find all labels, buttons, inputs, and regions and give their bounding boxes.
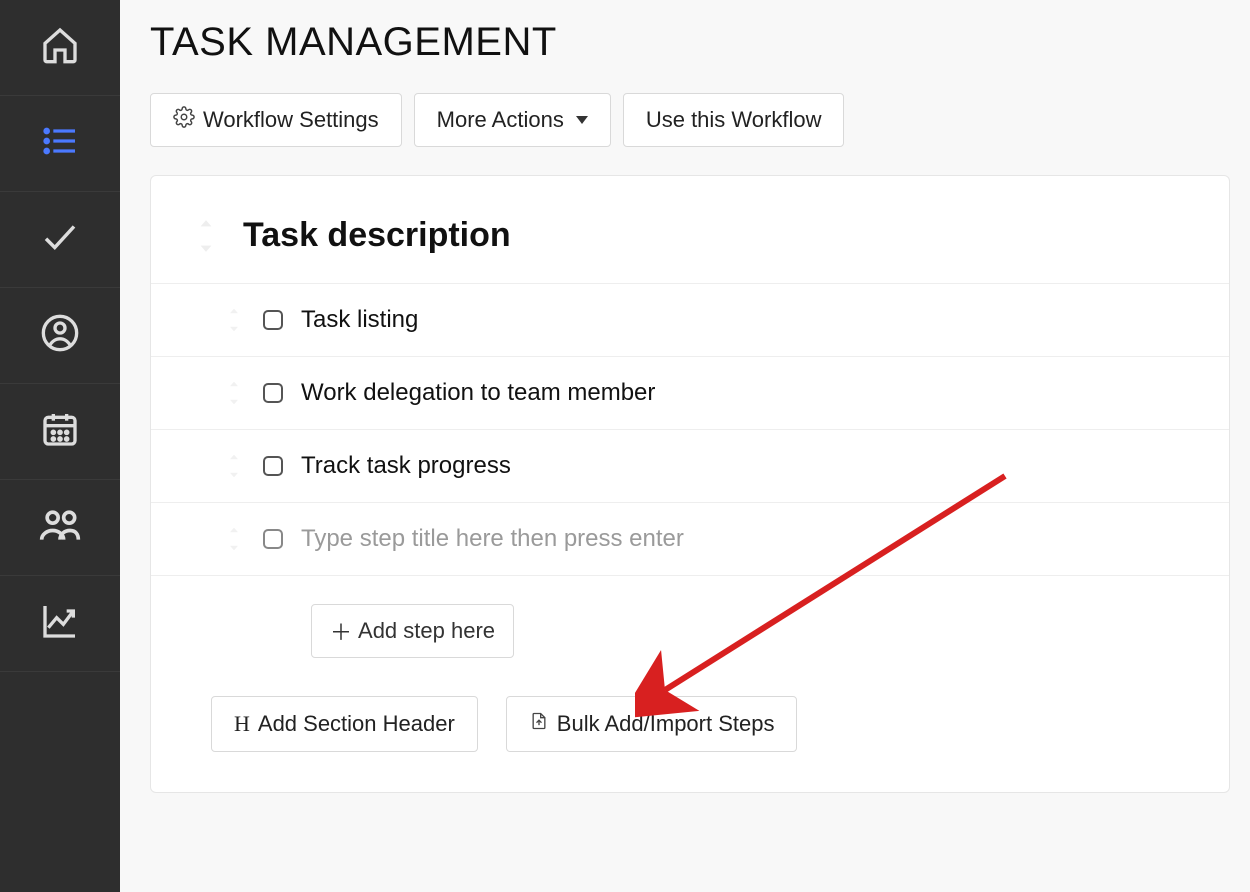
add-step-row: ＋ Add step here xyxy=(151,575,1229,686)
arrow-down-icon xyxy=(227,394,241,406)
arrow-up-icon xyxy=(227,526,241,538)
chart-line-icon xyxy=(40,601,80,646)
step-checkbox[interactable] xyxy=(263,383,283,403)
step-label: Track task progress xyxy=(301,452,511,480)
arrow-up-icon xyxy=(227,380,241,392)
add-section-header-label: Add Section Header xyxy=(258,711,455,737)
sidebar-item-analytics[interactable] xyxy=(0,576,120,672)
sidebar xyxy=(0,0,120,892)
sidebar-item-team[interactable] xyxy=(0,480,120,576)
arrow-down-icon xyxy=(197,238,215,254)
arrow-down-icon xyxy=(227,540,241,552)
step-checkbox[interactable] xyxy=(263,310,283,330)
sidebar-item-home[interactable] xyxy=(0,0,120,96)
calendar-icon xyxy=(40,409,80,454)
workflow-toolbar: Workflow Settings More Actions Use this … xyxy=(150,93,1250,147)
sidebar-item-approve[interactable] xyxy=(0,192,120,288)
add-step-label: Add step here xyxy=(358,618,495,644)
arrow-up-icon xyxy=(197,218,215,234)
step-label: Work delegation to team member xyxy=(301,379,655,407)
add-section-header-button[interactable]: H Add Section Header xyxy=(211,696,478,752)
use-workflow-button[interactable]: Use this Workflow xyxy=(623,93,845,147)
arrow-up-icon xyxy=(227,307,241,319)
step-reorder-handles[interactable] xyxy=(227,380,241,406)
use-workflow-label: Use this Workflow xyxy=(646,107,822,133)
step-label: Task listing xyxy=(301,306,418,334)
section-reorder-handles[interactable] xyxy=(197,218,215,254)
page-title: TASK MANAGEMENT xyxy=(150,20,1250,65)
check-icon xyxy=(39,216,81,263)
section-title[interactable]: Task description xyxy=(243,216,511,255)
arrow-down-icon xyxy=(227,467,241,479)
bulk-add-label: Bulk Add/Import Steps xyxy=(557,711,775,737)
list-icon xyxy=(40,121,80,166)
arrow-up-icon xyxy=(227,453,241,465)
bulk-add-button[interactable]: Bulk Add/Import Steps xyxy=(506,696,798,752)
step-checkbox[interactable] xyxy=(263,529,283,549)
step-reorder-handles[interactable] xyxy=(227,526,241,552)
more-actions-button[interactable]: More Actions xyxy=(414,93,611,147)
gear-icon xyxy=(173,106,195,134)
users-icon xyxy=(38,503,82,552)
step-checkbox[interactable] xyxy=(263,456,283,476)
step-row[interactable]: Task listing xyxy=(151,283,1229,356)
add-step-button[interactable]: ＋ Add step here xyxy=(311,604,514,658)
step-reorder-handles[interactable] xyxy=(227,307,241,333)
section-header-row: Task description xyxy=(151,216,1229,283)
workflow-panel: Task description Task listing Work deleg… xyxy=(150,175,1230,793)
step-row[interactable]: Track task progress xyxy=(151,429,1229,502)
heading-icon: H xyxy=(234,711,250,737)
new-step-placeholder[interactable]: Type step title here then press enter xyxy=(301,525,684,553)
sidebar-item-calendar[interactable] xyxy=(0,384,120,480)
caret-down-icon xyxy=(576,116,588,124)
workflow-settings-button[interactable]: Workflow Settings xyxy=(150,93,402,147)
sidebar-item-list[interactable] xyxy=(0,96,120,192)
plus-icon: ＋ xyxy=(330,615,352,647)
user-circle-icon xyxy=(40,313,80,358)
step-row[interactable]: Work delegation to team member xyxy=(151,356,1229,429)
arrow-down-icon xyxy=(227,321,241,333)
more-actions-label: More Actions xyxy=(437,107,564,133)
main-region: TASK MANAGEMENT Workflow Settings More A… xyxy=(120,0,1250,892)
sidebar-item-profile[interactable] xyxy=(0,288,120,384)
step-reorder-handles[interactable] xyxy=(227,453,241,479)
new-step-row[interactable]: Type step title here then press enter xyxy=(151,502,1229,575)
home-icon xyxy=(40,25,80,70)
bottom-actions: H Add Section Header Bulk Add/Import Ste… xyxy=(151,686,1229,762)
workflow-settings-label: Workflow Settings xyxy=(203,107,379,133)
file-import-icon xyxy=(529,709,549,739)
